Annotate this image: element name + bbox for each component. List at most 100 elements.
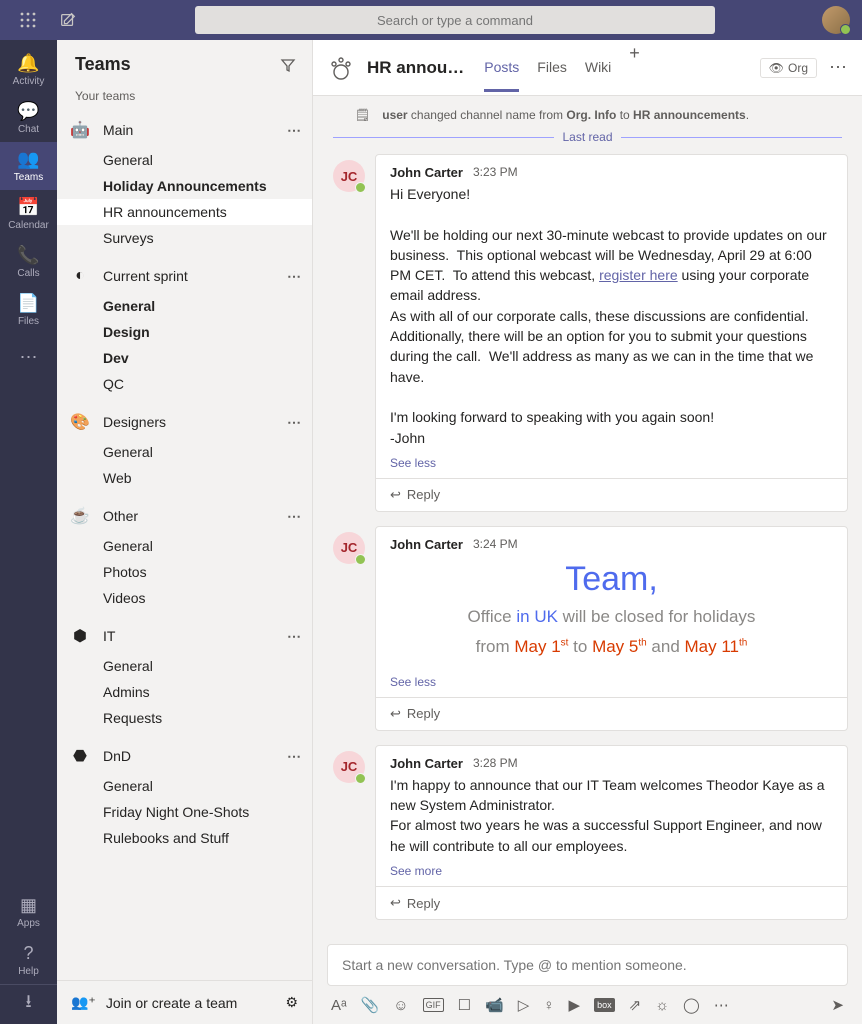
channel-item[interactable]: Friday Night One-Shots: [57, 799, 312, 825]
team-row[interactable]: ⬣DnD⋯: [57, 739, 312, 773]
team-name: Other: [103, 508, 277, 524]
rail-chat[interactable]: 💬Chat: [0, 94, 57, 142]
weather-icon[interactable]: ☼: [655, 997, 669, 1014]
rail-more[interactable]: ⋯: [0, 334, 57, 382]
format-icon[interactable]: Aᵃ: [331, 997, 347, 1014]
message-author[interactable]: John Carter: [390, 165, 463, 180]
channel-item[interactable]: Rulebooks and Stuff: [57, 825, 312, 851]
sticker-icon[interactable]: ☐: [458, 996, 471, 1014]
channel-item[interactable]: Admins: [57, 679, 312, 705]
rail-files[interactable]: 📄Files: [0, 286, 57, 334]
rail-help[interactable]: ?Help: [0, 936, 57, 984]
reply-button[interactable]: ↩Reply: [376, 478, 847, 511]
rail-download[interactable]: ⭳: [0, 984, 57, 1024]
message-author[interactable]: John Carter: [390, 537, 463, 552]
app-launcher-icon[interactable]: [8, 12, 48, 28]
channel-item[interactable]: Web: [57, 465, 312, 491]
message-bubble: John Carter3:24 PMTeam, Office in UK wil…: [375, 526, 848, 731]
team-more-button[interactable]: ⋯: [287, 508, 302, 525]
team-row[interactable]: 🎨Designers⋯: [57, 405, 312, 439]
avatar[interactable]: [822, 6, 850, 34]
channel-icon: [327, 54, 355, 82]
channel-item[interactable]: HR announcements: [57, 199, 312, 225]
team-more-button[interactable]: ⋯: [287, 628, 302, 645]
rail-calls-label: Calls: [17, 268, 39, 279]
channel-item[interactable]: Surveys: [57, 225, 312, 251]
channel-item[interactable]: Photos: [57, 559, 312, 585]
message: JCJohn Carter3:23 PMHi Everyone! We'll b…: [327, 154, 848, 512]
rail-calendar-label: Calendar: [8, 220, 49, 231]
github-icon[interactable]: ◯: [683, 996, 700, 1014]
reply-button[interactable]: ↩Reply: [376, 886, 847, 919]
join-create-team[interactable]: Join or create a team: [106, 995, 276, 1011]
more-apps-icon[interactable]: ⋯: [714, 996, 729, 1014]
composer-input[interactable]: [328, 945, 847, 985]
team-row[interactable]: ☕Other⋯: [57, 499, 312, 533]
message-time: 3:23 PM: [473, 165, 518, 180]
rail-apps[interactable]: ▦Apps: [0, 888, 57, 936]
tab-posts[interactable]: Posts: [484, 43, 519, 92]
reply-button[interactable]: ↩Reply: [376, 697, 847, 730]
channel-item[interactable]: General: [57, 293, 312, 319]
stream-icon[interactable]: ▷: [518, 996, 530, 1014]
message-author[interactable]: John Carter: [390, 756, 463, 771]
rail-calendar[interactable]: 📅Calendar: [0, 190, 57, 238]
reply-icon: ↩: [390, 895, 401, 911]
team-name: IT: [103, 628, 277, 644]
channel-item[interactable]: General: [57, 147, 312, 173]
channel-item[interactable]: Requests: [57, 705, 312, 731]
tab-wiki[interactable]: Wiki: [585, 43, 611, 92]
composer-toolbar: Aᵃ 📎 ☺ GIF ☐ 📹 ▷ ♀ ▶ box ⇗ ☼ ◯ ⋯ ➤: [313, 990, 862, 1024]
join-create-icon: 👥⁺: [71, 994, 96, 1011]
team-more-button[interactable]: ⋯: [287, 748, 302, 765]
message-avatar[interactable]: JC: [333, 160, 365, 192]
channel-item[interactable]: General: [57, 773, 312, 799]
message-avatar[interactable]: JC: [333, 751, 365, 783]
send-button[interactable]: ➤: [831, 996, 844, 1014]
team-row[interactable]: ◐Current sprint⋯: [57, 259, 312, 293]
team-more-button[interactable]: ⋯: [287, 268, 302, 285]
channel-item[interactable]: General: [57, 439, 312, 465]
channel-item[interactable]: General: [57, 533, 312, 559]
channel-item[interactable]: Videos: [57, 585, 312, 611]
see-toggle[interactable]: See less: [390, 675, 833, 689]
rail-calls[interactable]: 📞Calls: [0, 238, 57, 286]
youtube-icon[interactable]: ▶: [569, 996, 581, 1014]
settings-icon[interactable]: ⚙: [285, 994, 298, 1011]
add-tab-button[interactable]: +: [629, 43, 640, 92]
search-input[interactable]: [195, 6, 715, 34]
compose-icon[interactable]: [48, 11, 88, 29]
register-link[interactable]: register here: [599, 267, 678, 283]
message-avatar[interactable]: JC: [333, 532, 365, 564]
rail-activity[interactable]: 🔔Activity: [0, 46, 57, 94]
gif-icon[interactable]: GIF: [423, 998, 444, 1012]
message: JCJohn Carter3:28 PMI'm happy to announc…: [327, 745, 848, 920]
channel-item[interactable]: General: [57, 653, 312, 679]
team-row[interactable]: 🤖Main⋯: [57, 113, 312, 147]
tab-files[interactable]: Files: [537, 43, 567, 92]
channel-more-button[interactable]: ⋯: [829, 57, 848, 78]
channel-item[interactable]: QC: [57, 371, 312, 397]
box-icon[interactable]: box: [594, 998, 615, 1012]
meet-icon[interactable]: 📹: [485, 996, 504, 1014]
filter-icon[interactable]: [280, 57, 296, 73]
stocks-icon[interactable]: ⇗: [629, 996, 642, 1014]
praise-icon[interactable]: ♀: [543, 997, 554, 1014]
team-icon: ⬢: [67, 623, 93, 649]
org-visibility[interactable]: 👁Org: [760, 58, 817, 78]
channel-item[interactable]: Dev: [57, 345, 312, 371]
emoji-icon[interactable]: ☺: [393, 997, 408, 1014]
channel-item[interactable]: Design: [57, 319, 312, 345]
attach-icon[interactable]: 📎: [361, 996, 380, 1014]
see-toggle[interactable]: See more: [390, 864, 833, 878]
team-more-button[interactable]: ⋯: [287, 122, 302, 139]
team-row[interactable]: ⬢ IT ⋯: [57, 619, 312, 653]
rail-teams[interactable]: 👥Teams: [0, 142, 57, 190]
system-message: 🗒 user changed channel name from Org. In…: [313, 96, 862, 126]
team-more-button[interactable]: ⋯: [287, 414, 302, 431]
message-body: I'm happy to announce that our IT Team w…: [390, 775, 833, 856]
content-area: HR annou… Posts Files Wiki + 👁Org ⋯ 🗒 us…: [313, 40, 862, 1024]
see-toggle[interactable]: See less: [390, 456, 833, 470]
channel-item[interactable]: Holiday Announcements: [57, 173, 312, 199]
rail-files-label: Files: [18, 316, 39, 327]
